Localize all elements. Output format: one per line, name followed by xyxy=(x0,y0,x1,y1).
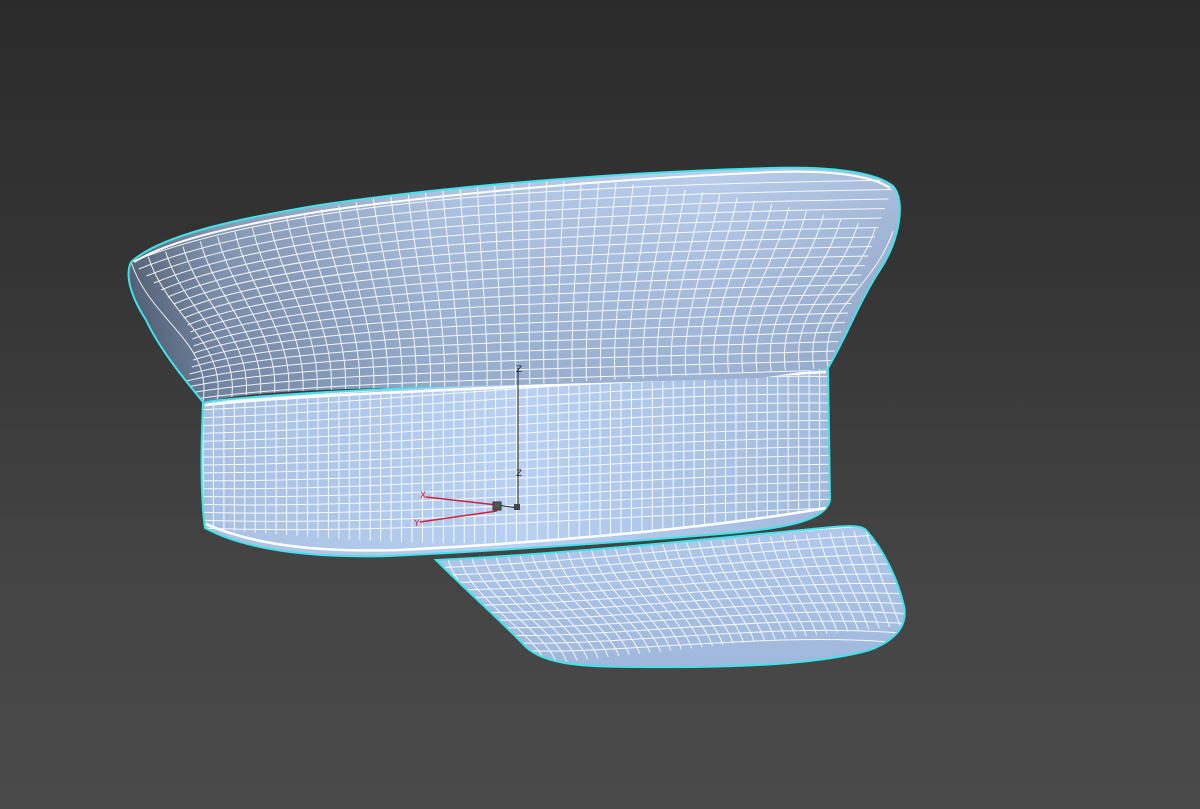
gizmo-z-label-secondary: Z xyxy=(516,469,522,479)
cap-crown[interactable] xyxy=(127,166,901,403)
gizmo-x-label: X xyxy=(420,491,426,501)
3d-viewport[interactable]: Z Z X Y xyxy=(0,0,1200,809)
gizmo-z-label: Z xyxy=(516,365,522,375)
viewport-scene[interactable]: Z Z X Y xyxy=(0,0,1200,809)
gizmo-y-label: Y xyxy=(413,519,420,529)
